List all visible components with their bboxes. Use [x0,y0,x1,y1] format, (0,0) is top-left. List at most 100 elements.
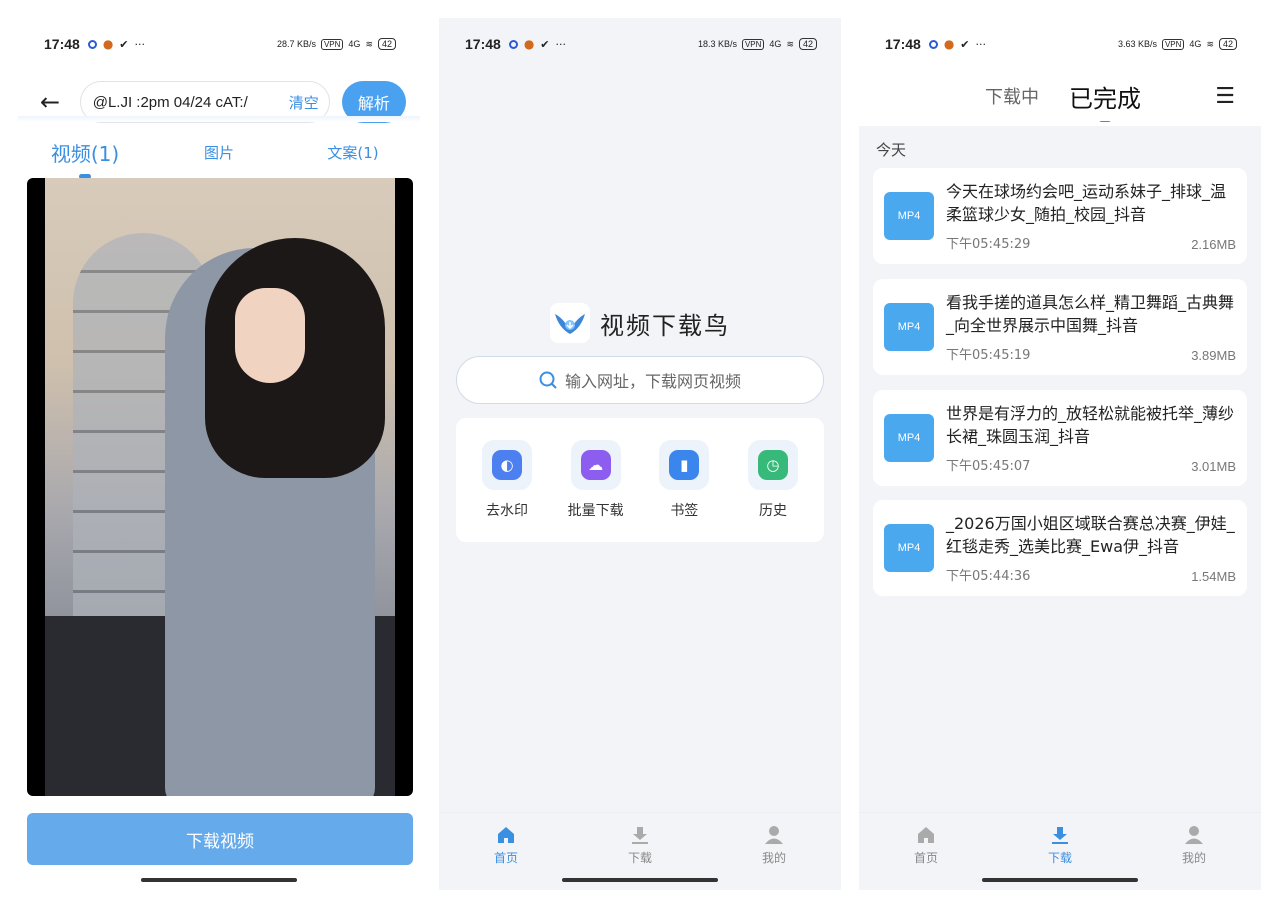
more-notifications-icon: ··· [975,37,987,51]
divider [859,122,1261,126]
home-icon [498,827,514,843]
net-speed: 18.3 KB/s [697,39,737,49]
search-icon [539,371,557,389]
video-frame [45,178,395,796]
home-indicator[interactable] [562,878,718,882]
item-size: 3.01MB [1191,459,1236,474]
nav-label: 首页 [913,851,938,865]
tool-label: 书签 [670,503,699,519]
bird-logo-icon [550,303,590,343]
tool-history[interactable]: ◷ 历史 [742,440,804,542]
app-brand: 视频下载鸟 [439,303,841,343]
nav-label: 我的 [1181,851,1206,865]
signal-4g: 4G [1189,39,1202,49]
battery-icon: 42 [377,38,396,50]
tool-label: 去水印 [486,503,528,519]
nav-home[interactable]: 首页 [439,813,573,890]
url-search-input[interactable]: 输入网址，下载网页视频 [456,356,824,404]
nav-mine[interactable]: 我的 [707,813,841,890]
tab-completed[interactable]: 已完成 [1069,79,1141,126]
divider [18,116,420,122]
more-notifications-icon: ··· [555,37,567,51]
bookmark-icon: ▮ [669,450,700,480]
mp4-file-icon: MP4 [884,303,934,351]
face [235,288,305,383]
section-today: 今天 [876,141,907,159]
clear-button[interactable]: 清空 [289,92,319,113]
check-icon: ✔ [540,37,550,51]
download-item[interactable]: MP4 _2026万国小姐区域联合赛总决赛_伊娃_红毯走秀_选美比赛_Ewa伊_… [873,500,1247,596]
status-bar: 17:48 ● ✔ ··· 18.3 KB/s VPN 4G ≋ 42 [439,18,841,70]
status-time: 17:48 [44,36,80,52]
check-icon: ✔ [119,37,129,51]
tool-batch-download[interactable]: ☁ 批量下载 [565,440,627,542]
notification-icon [508,39,518,49]
battery-icon: 42 [1218,38,1237,50]
net-speed: 28.7 KB/s [276,39,316,49]
mp4-file-icon: MP4 [884,192,934,240]
tab-copytext[interactable]: 文案(1) [286,142,420,163]
menu-icon[interactable]: ☰ [1215,84,1235,109]
item-time: 下午05:44:36 [946,569,1031,584]
nav-label: 我的 [761,851,786,865]
back-arrow-icon[interactable]: ← [40,88,66,116]
tab-downloading[interactable]: 下载中 [985,83,1039,109]
video-preview[interactable] [27,178,413,796]
tab-images[interactable]: 图片 [152,142,286,163]
signal-4g: 4G [348,39,361,49]
downloads-screen: 17:48 ● ✔ ··· 3.63 KB/s VPN 4G ≋ 42 下载中 已完… [859,18,1261,890]
item-title: _2026万国小姐区域联合赛总决赛_伊娃_红毯走秀_选美比赛_Ewa伊_抖音 [946,514,1235,556]
item-title: 今天在球场约会吧_运动系妹子_排球_温柔篮球少女_随拍_校园_抖音 [946,182,1227,224]
wifi-icon: ≋ [1206,38,1214,49]
url-value[interactable]: @L.JI :2pm 04/24 cAT:/ [93,94,289,111]
download-icon [1052,827,1068,844]
home-screen: 17:48 ● ✔ ··· 18.3 KB/s VPN 4G ≋ 42 视频下载鸟 … [439,18,841,890]
url-toolbar: ← @L.JI :2pm 04/24 cAT:/ 清空 解析 [18,70,420,134]
mp4-file-icon: MP4 [884,414,934,462]
nav-label: 下载 [627,851,652,865]
status-bar: 17:48 ● ✔ ··· 3.63 KB/s VPN 4G ≋ 42 [859,18,1261,70]
wifi-icon: ≋ [786,38,794,49]
download-tabs: 下载中 已完成 ☰ [859,70,1261,126]
item-size: 3.89MB [1191,348,1236,363]
notification-icon [928,39,938,49]
tool-label: 历史 [758,503,787,519]
pumpkin-icon: ● [943,37,955,51]
nav-mine[interactable]: 我的 [1127,813,1261,890]
pumpkin-icon: ● [523,37,535,51]
user-icon [765,826,783,844]
home-indicator[interactable] [141,878,297,882]
nav-label: 首页 [493,851,518,865]
cloud-download-icon: ☁ [580,450,611,480]
tool-bookmarks[interactable]: ▮ 书签 [653,440,715,542]
user-icon [1185,826,1203,844]
battery-icon: 42 [798,38,817,50]
download-video-button[interactable]: 下载视频 [27,813,413,865]
vpn-badge: VPN [320,38,344,50]
vpn-badge: VPN [741,38,765,50]
download-icon [632,827,648,844]
home-icon [918,827,934,843]
tool-remove-watermark[interactable]: ◐ 去水印 [476,440,538,542]
item-title: 看我手搓的道具怎么样_精卫舞蹈_古典舞_向全世界展示中国舞_抖音 [946,293,1235,335]
home-indicator[interactable] [982,878,1138,882]
download-item[interactable]: MP4 今天在球场约会吧_运动系妹子_排球_温柔篮球少女_随拍_校园_抖音 下午… [873,168,1247,264]
net-speed: 3.63 KB/s [1117,39,1157,49]
nav-home[interactable]: 首页 [859,813,993,890]
result-tabs: 视频(1) 图片 文案(1) [18,130,420,179]
notification-icon [87,39,97,49]
item-title: 世界是有浮力的_放轻松就能被托举_薄纱长裙_珠圆玉润_抖音 [946,404,1235,446]
tab-video[interactable]: 视频(1) [18,138,152,179]
check-icon: ✔ [960,37,970,51]
tool-label: 批量下载 [567,503,624,519]
signal-4g: 4G [769,39,782,49]
item-time: 下午05:45:19 [946,348,1031,363]
water-drop-icon: ◐ [492,450,522,480]
vpn-badge: VPN [1161,38,1185,50]
download-item[interactable]: MP4 看我手搓的道具怎么样_精卫舞蹈_古典舞_向全世界展示中国舞_抖音 下午0… [873,279,1247,375]
status-time: 17:48 [885,36,921,52]
tool-grid: ◐ 去水印 ☁ 批量下载 ▮ 书签 ◷ 历史 [456,418,824,542]
pumpkin-icon: ● [102,37,114,51]
parse-screen: 17:48 ● ✔ ··· 28.7 KB/s VPN 4G ≋ 42 ← @L.J… [18,18,420,890]
download-item[interactable]: MP4 世界是有浮力的_放轻松就能被托举_薄纱长裙_珠圆玉润_抖音 下午05:4… [873,390,1247,486]
